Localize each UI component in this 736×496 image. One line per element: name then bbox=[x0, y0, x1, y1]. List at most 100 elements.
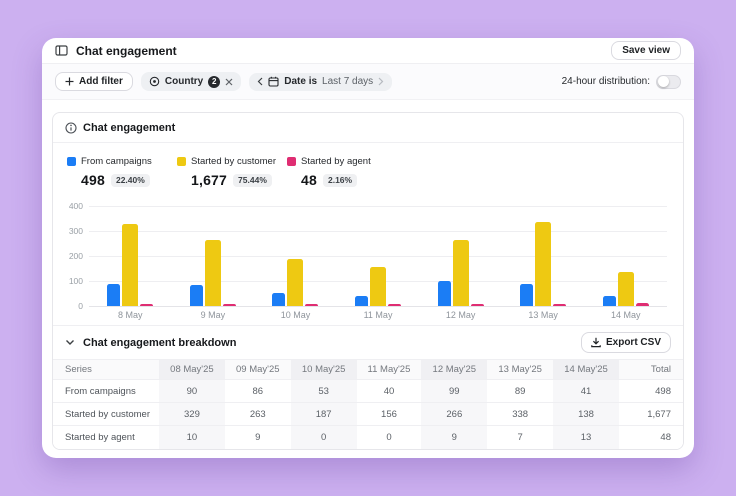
bar-started-by-customer[interactable] bbox=[535, 221, 552, 306]
distribution-toggle-label: 24-hour distribution: bbox=[561, 76, 650, 87]
remove-country-filter-icon[interactable] bbox=[225, 78, 233, 86]
date-chip-prefix: Date is bbox=[284, 76, 318, 87]
next-date-range-icon[interactable] bbox=[378, 77, 384, 86]
y-axis-tick-label: 400 bbox=[68, 201, 83, 211]
gridline bbox=[89, 306, 667, 307]
table-header-cell: 13 May'25 bbox=[487, 359, 554, 380]
bar-started-by-customer[interactable] bbox=[204, 240, 221, 306]
table-header-cell: 08 May'25 bbox=[159, 359, 225, 380]
country-filter-chip[interactable]: Country 2 bbox=[140, 72, 242, 91]
legend-series-percent: 75.44% bbox=[233, 173, 272, 187]
table-cell: 329 bbox=[159, 402, 225, 426]
prev-date-range-icon[interactable] bbox=[257, 77, 263, 86]
bar-started-by-customer[interactable] bbox=[122, 223, 139, 306]
bar-chart: 0 100 200 300 400 8 May 9 May 10 May 11 May 12 M… bbox=[59, 200, 671, 325]
bar-group bbox=[584, 206, 667, 306]
bar-started-by-agent[interactable] bbox=[222, 303, 236, 306]
x-axis-tick-label: 11 May bbox=[363, 310, 393, 320]
x-axis-tick-label: 12 May bbox=[445, 310, 476, 320]
legend-series-name: From campaigns bbox=[81, 156, 152, 167]
export-csv-label: Export CSV bbox=[605, 337, 661, 348]
bar-started-by-agent[interactable] bbox=[388, 304, 402, 306]
sidebar-panel-icon[interactable] bbox=[55, 44, 68, 57]
x-axis-tick-label: 8 May bbox=[118, 310, 143, 320]
table-header-cell: 12 May'25 bbox=[421, 359, 488, 380]
bar-started-by-agent[interactable] bbox=[470, 303, 484, 306]
table-header-cell: Total bbox=[619, 359, 683, 380]
table-cell: 263 bbox=[224, 402, 291, 426]
legend-item[interactable]: From campaigns 498 22.40% bbox=[67, 156, 177, 188]
window-header: Chat engagement Save view bbox=[42, 38, 694, 64]
export-csv-button[interactable]: Export CSV bbox=[580, 332, 671, 353]
bar-from-campaigns[interactable] bbox=[355, 296, 369, 306]
panel-header: Chat engagement bbox=[53, 113, 683, 143]
bar-started-by-agent[interactable] bbox=[553, 304, 567, 306]
table-row: From campaigns 90 86 53 40 99 89 41 498 bbox=[53, 379, 683, 403]
bar-from-campaigns[interactable] bbox=[602, 295, 616, 306]
add-filter-label: Add filter bbox=[79, 76, 123, 87]
bar-started-by-agent[interactable] bbox=[305, 304, 319, 306]
bar-group bbox=[419, 206, 502, 306]
legend-item[interactable]: Started by customer 1,677 75.44% bbox=[177, 156, 287, 188]
legend-item[interactable]: Started by agent 48 2.16% bbox=[287, 156, 397, 188]
table-header-cell: Series bbox=[53, 359, 159, 380]
bar-group bbox=[502, 206, 585, 306]
chart-plot bbox=[89, 206, 667, 306]
legend-series-name: Started by customer bbox=[191, 156, 277, 167]
chart-x-axis: 8 May 9 May 10 May 11 May 12 May 13 May 14 May bbox=[89, 310, 667, 320]
legend-series-value: 1,677 bbox=[191, 172, 228, 188]
table-header-cell: 14 May'25 bbox=[553, 359, 619, 380]
legend-color-swatch bbox=[287, 157, 296, 166]
table-cell: Started by customer bbox=[53, 402, 159, 426]
table-cell: 86 bbox=[224, 379, 291, 403]
table-cell: 89 bbox=[487, 379, 554, 403]
bar-started-by-customer[interactable] bbox=[370, 267, 387, 306]
main-window: Chat engagement Save view Add filter Cou… bbox=[42, 38, 694, 458]
x-axis-tick-label: 14 May bbox=[611, 310, 641, 320]
distribution-toggle-switch[interactable] bbox=[656, 74, 681, 89]
legend-color-swatch bbox=[177, 157, 186, 166]
table-cell: 41 bbox=[553, 379, 619, 403]
bar-from-campaigns[interactable] bbox=[272, 292, 286, 306]
bar-from-campaigns[interactable] bbox=[107, 283, 121, 306]
bar-started-by-customer[interactable] bbox=[287, 259, 304, 306]
breakdown-title: Chat engagement breakdown bbox=[83, 336, 237, 349]
bar-from-campaigns[interactable] bbox=[437, 281, 451, 306]
country-chip-label: Country bbox=[164, 76, 204, 87]
table-cell: 53 bbox=[290, 379, 357, 403]
location-target-icon bbox=[149, 76, 160, 87]
table-cell: 0 bbox=[356, 425, 422, 449]
table-cell: 40 bbox=[356, 379, 422, 403]
bar-started-by-customer[interactable] bbox=[452, 239, 469, 306]
bar-from-campaigns[interactable] bbox=[189, 284, 203, 306]
y-axis-tick-label: 100 bbox=[68, 276, 83, 286]
table-cell: Started by agent bbox=[53, 425, 159, 449]
bar-group bbox=[89, 206, 172, 306]
add-filter-button[interactable]: Add filter bbox=[55, 72, 133, 91]
breakdown-header: Chat engagement breakdown Export CSV bbox=[53, 325, 683, 359]
table-cell: 338 bbox=[487, 402, 554, 426]
table-cell: 10 bbox=[159, 425, 225, 449]
chart-panel-title: Chat engagement bbox=[83, 121, 176, 134]
table-cell: 266 bbox=[421, 402, 488, 426]
table-header-cell: 10 May'25 bbox=[290, 359, 357, 380]
table-cell: 9 bbox=[224, 425, 291, 449]
collapse-chevron-down-icon[interactable] bbox=[65, 339, 75, 346]
legend-series-percent: 2.16% bbox=[322, 173, 358, 187]
table-cell: 187 bbox=[290, 402, 357, 426]
bar-started-by-customer[interactable] bbox=[617, 271, 634, 306]
bar-started-by-agent[interactable] bbox=[635, 302, 649, 306]
table-cell: 138 bbox=[553, 402, 619, 426]
table-cell: 156 bbox=[356, 402, 422, 426]
table-cell: 90 bbox=[159, 379, 225, 403]
bar-started-by-agent[interactable] bbox=[140, 303, 154, 306]
date-filter-chip[interactable]: Date is Last 7 days bbox=[249, 72, 393, 91]
chat-engagement-panel: Chat engagement From campaigns 498 22.40% S… bbox=[52, 112, 684, 450]
content-area: Chat engagement From campaigns 498 22.40% S… bbox=[42, 100, 694, 462]
table-cell: 48 bbox=[619, 425, 683, 449]
save-view-button[interactable]: Save view bbox=[611, 41, 681, 60]
bar-from-campaigns[interactable] bbox=[520, 283, 534, 306]
plus-icon bbox=[65, 77, 74, 86]
info-icon[interactable] bbox=[65, 121, 77, 134]
toggle-knob bbox=[658, 76, 669, 87]
